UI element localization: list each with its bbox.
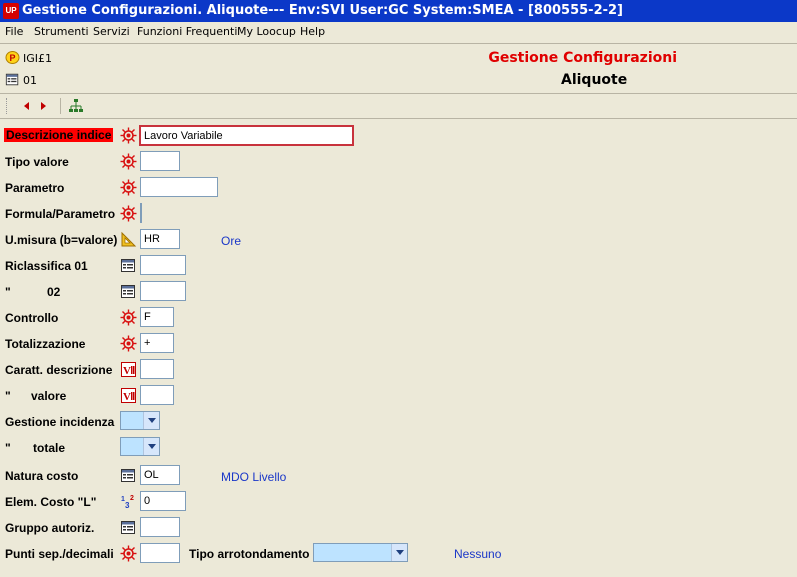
v-variable-icon[interactable]: V <box>120 361 137 378</box>
riclassifica-01-input[interactable] <box>140 255 186 275</box>
formula-parametro-input[interactable] <box>140 203 142 223</box>
numbers-123-icon[interactable]: 1 2 3 <box>120 493 137 510</box>
chevron-down-icon[interactable] <box>143 438 159 455</box>
menu-servizi[interactable]: Servizi <box>93 25 130 38</box>
divider <box>0 43 797 44</box>
tipo-arrotondamento-dropdown[interactable] <box>313 543 408 562</box>
required-icon[interactable] <box>120 335 137 352</box>
svg-text:3: 3 <box>125 501 130 510</box>
table-grid-icon <box>5 73 19 86</box>
v-variable-icon[interactable]: V <box>120 387 137 404</box>
gestione-incidenza-dropdown[interactable] <box>120 411 160 430</box>
table-grid-icon[interactable] <box>120 467 137 484</box>
label-punti-sep-decimali: Punti sep./decimali <box>5 547 114 561</box>
caratt-valore-input[interactable] <box>140 385 174 405</box>
natura-costo-description: MDO Livello <box>221 470 287 484</box>
label-controllo: Controllo <box>5 311 59 325</box>
svg-text:2: 2 <box>130 495 134 502</box>
toolbar-grip <box>6 98 8 114</box>
descrizione-indice-input[interactable]: Lavoro Variabile <box>139 125 354 146</box>
window-titlebar[interactable]: UP Gestione Configurazioni. Aliquote--- … <box>0 0 797 22</box>
gestione-totale-dropdown[interactable] <box>120 437 160 456</box>
window-title: Gestione Configurazioni. Aliquote--- Env… <box>22 3 623 18</box>
label-riclassifica-02: 02 <box>47 285 61 299</box>
menu-file[interactable]: File <box>5 25 23 38</box>
label-totalizzazione: Totalizzazione <box>5 337 86 351</box>
totalizzazione-input[interactable]: + <box>140 333 174 353</box>
previous-arrow-icon[interactable] <box>20 99 34 113</box>
label-tipo-valore: Tipo valore <box>5 155 69 169</box>
required-icon[interactable] <box>120 545 137 562</box>
label-parametro: Parametro <box>5 181 65 195</box>
label-tipo-arrotondamento: Tipo arrotondamento <box>189 547 310 561</box>
label-descrizione-indice: Descrizione indice <box>4 128 114 142</box>
next-arrow-icon[interactable] <box>36 99 50 113</box>
required-icon[interactable] <box>120 205 137 222</box>
chevron-down-icon[interactable] <box>143 412 159 429</box>
label-formula-parametro: Formula/Parametro <box>5 207 116 221</box>
tipo-valore-input[interactable] <box>140 151 180 171</box>
svg-text:V: V <box>123 391 131 403</box>
label-riclassifica-01: Riclassifica 01 <box>5 259 88 273</box>
label-gestione-totale-quote: " <box>5 441 11 455</box>
label-umisura: U.misura (b=valore) <box>5 233 118 247</box>
natura-costo-input[interactable]: OL <box>140 465 180 485</box>
function-code: 01 <box>23 74 37 87</box>
required-icon[interactable] <box>120 127 137 144</box>
controllo-input[interactable]: F <box>140 307 174 327</box>
required-icon[interactable] <box>120 309 137 326</box>
elem-costo-input[interactable]: 0 <box>140 491 186 511</box>
label-caratt-descrizione: Caratt. descrizione <box>5 363 113 377</box>
menubar: File Strumenti Servizi Funzioni Frequent… <box>0 22 797 42</box>
punti-sep-decimali-input[interactable] <box>140 543 180 563</box>
page-title: Gestione Configurazioni <box>488 50 677 66</box>
menu-my-loocup[interactable]: My Loocup <box>237 25 296 38</box>
label-riclassifica-02-quote: " <box>5 285 11 299</box>
table-grid-icon[interactable] <box>120 283 137 300</box>
required-icon[interactable] <box>120 179 137 196</box>
label-gestione-incidenza: Gestione incidenza <box>5 415 115 429</box>
svg-text:P: P <box>9 53 15 63</box>
required-icon[interactable] <box>120 153 137 170</box>
parametro-input[interactable] <box>140 177 218 197</box>
svg-text:V: V <box>123 365 131 377</box>
page-subtitle: Aliquote <box>561 72 628 88</box>
toolbar-separator <box>60 98 61 114</box>
label-gestione-totale: totale <box>33 441 66 455</box>
app-logo-icon: UP <box>3 3 19 19</box>
table-grid-icon[interactable] <box>120 257 137 274</box>
toolbar <box>0 94 797 118</box>
umisura-description: Ore <box>221 234 242 248</box>
label-elem-costo: Elem. Costo "L" <box>5 495 97 509</box>
divider <box>0 118 797 119</box>
gruppo-autoriz-input[interactable] <box>140 517 180 537</box>
component-code: IGI£1 <box>23 52 53 65</box>
label-caratt-valore-quote: " <box>5 389 11 403</box>
tipo-arrotondamento-description: Nessuno <box>454 547 502 561</box>
umisura-input[interactable]: HR <box>140 229 180 249</box>
hierarchy-tree-icon[interactable] <box>69 99 83 113</box>
table-grid-icon[interactable] <box>120 519 137 536</box>
caratt-descrizione-input[interactable] <box>140 359 174 379</box>
riclassifica-02-input[interactable] <box>140 281 186 301</box>
label-natura-costo: Natura costo <box>5 469 79 483</box>
menu-help[interactable]: Help <box>300 25 325 38</box>
label-caratt-valore: valore <box>31 389 67 403</box>
component-icon: P <box>5 51 20 64</box>
label-gruppo-autoriz: Gruppo autoriz. <box>5 521 95 535</box>
ruler-triangle-icon[interactable] <box>120 231 137 248</box>
menu-funzioni-frequenti[interactable]: Funzioni Frequenti <box>137 25 237 38</box>
menu-strumenti[interactable]: Strumenti <box>34 25 89 38</box>
chevron-down-icon[interactable] <box>391 544 407 561</box>
